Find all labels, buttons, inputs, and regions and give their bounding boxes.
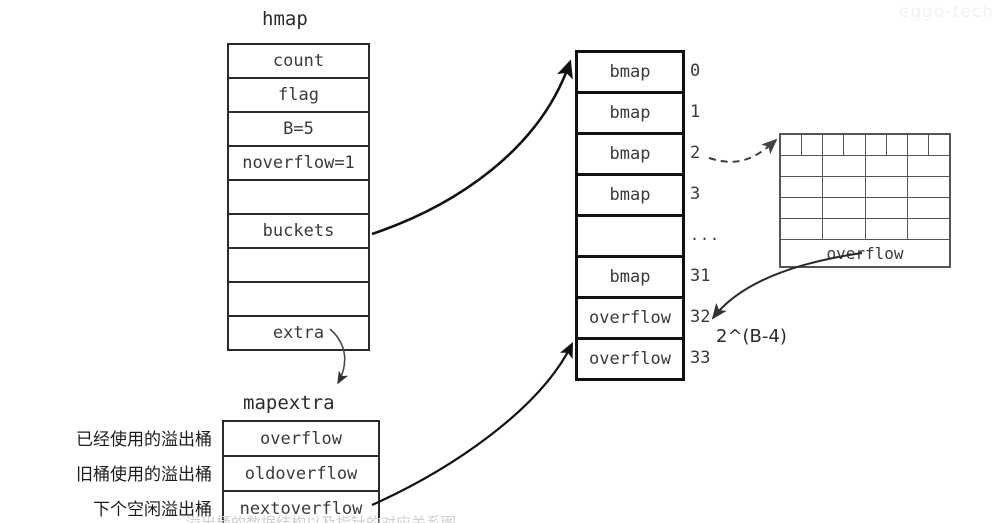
bottom-cutoff-text: 溢出桶的数据结构以及指针的对应关系图 <box>186 514 457 523</box>
bucket-row-33-overflow: overflow <box>578 340 682 381</box>
bucket-row-2: bmap <box>578 135 682 176</box>
overflow-grid-row <box>781 219 949 240</box>
bucket-row-31: bmap <box>578 258 682 299</box>
overflow-grid-row <box>781 156 949 177</box>
hmap-title: hmap <box>262 8 308 30</box>
hmap-row-flag: flag <box>229 79 368 113</box>
grid-cell <box>802 135 824 155</box>
grid-cell <box>866 135 887 155</box>
bucket-index-0: 0 <box>690 60 701 81</box>
overflow-grid-top-row <box>781 135 949 156</box>
bucket-array-table: bmap bmap bmap bmap bmap overflow overfl… <box>575 50 685 381</box>
bucket-index-2: 2 <box>690 142 701 163</box>
grid-cell <box>823 219 866 239</box>
annotation-overflow: 已经使用的溢出桶 <box>76 430 212 450</box>
bucket-index-1: 1 <box>690 101 701 122</box>
overflow-bucket-grid: overflow <box>779 133 951 268</box>
arrow-nextoverflow-to-bucket-33 <box>371 342 573 507</box>
grid-cell <box>823 156 866 176</box>
grid-cell <box>823 177 866 197</box>
watermark: eggo-tech <box>898 2 994 22</box>
overflow-grid-footer-label: overflow <box>826 243 904 263</box>
grid-cell <box>781 219 824 239</box>
mapextra-annotations: 已经使用的溢出桶 旧桶使用的溢出桶 下个空闲溢出桶 <box>30 420 218 523</box>
bucket-row-32-overflow: overflow <box>578 299 682 340</box>
hmap-row-blank-2 <box>229 249 368 283</box>
grid-cell <box>908 198 949 218</box>
mapextra-row-oldoverflow: oldoverflow <box>224 457 378 492</box>
grid-cell <box>781 135 803 155</box>
hmap-row-blank-3 <box>229 283 368 317</box>
grid-cell <box>781 156 824 176</box>
hmap-row-count: count <box>229 45 368 79</box>
grid-cell <box>908 156 949 176</box>
grid-cell <box>908 135 929 155</box>
bucket-index-3: 3 <box>690 183 701 204</box>
mapextra-row-overflow: overflow <box>224 422 378 457</box>
grid-cell <box>844 135 866 155</box>
bucket-index-ellipsis: ... <box>690 225 721 244</box>
bucket-row-ellipsis <box>578 217 682 258</box>
grid-cell <box>908 177 949 197</box>
grid-cell <box>908 219 949 239</box>
hmap-row-noverflow: noverflow=1 <box>229 147 368 181</box>
grid-cell <box>866 198 908 218</box>
arrow-buckets-to-bucket-array <box>371 59 573 236</box>
annotation-oldoverflow: 旧桶使用的溢出桶 <box>76 465 212 485</box>
grid-cell <box>781 198 824 218</box>
hmap-struct-table: count flag B=5 noverflow=1 buckets extra <box>227 43 370 351</box>
grid-cell <box>866 156 908 176</box>
mapextra-struct-table: overflow oldoverflow nextoverflow <box>222 420 380 523</box>
grid-cell <box>887 135 908 155</box>
hmap-row-extra: extra <box>229 317 368 351</box>
hmap-row-blank-1 <box>229 181 368 215</box>
mapextra-title: mapextra <box>243 392 335 414</box>
diagram-canvas: eggo-tech hmap count flag B=5 noverflow=… <box>0 0 1002 523</box>
hmap-row-buckets: buckets <box>229 215 368 249</box>
grid-cell <box>781 177 824 197</box>
bucket-row-1: bmap <box>578 94 682 135</box>
power-of-two-label: 2^(B-4) <box>716 326 787 347</box>
bucket-row-0: bmap <box>578 53 682 94</box>
hmap-row-b: B=5 <box>229 113 368 147</box>
grid-cell <box>866 219 908 239</box>
bucket-index-31: 31 <box>690 265 711 286</box>
grid-cell <box>823 198 866 218</box>
grid-cell <box>866 177 908 197</box>
overflow-grid-row <box>781 198 949 219</box>
overflow-grid-row <box>781 177 949 198</box>
grid-cell <box>929 135 949 155</box>
bucket-row-3: bmap <box>578 176 682 217</box>
grid-cell <box>823 135 845 155</box>
